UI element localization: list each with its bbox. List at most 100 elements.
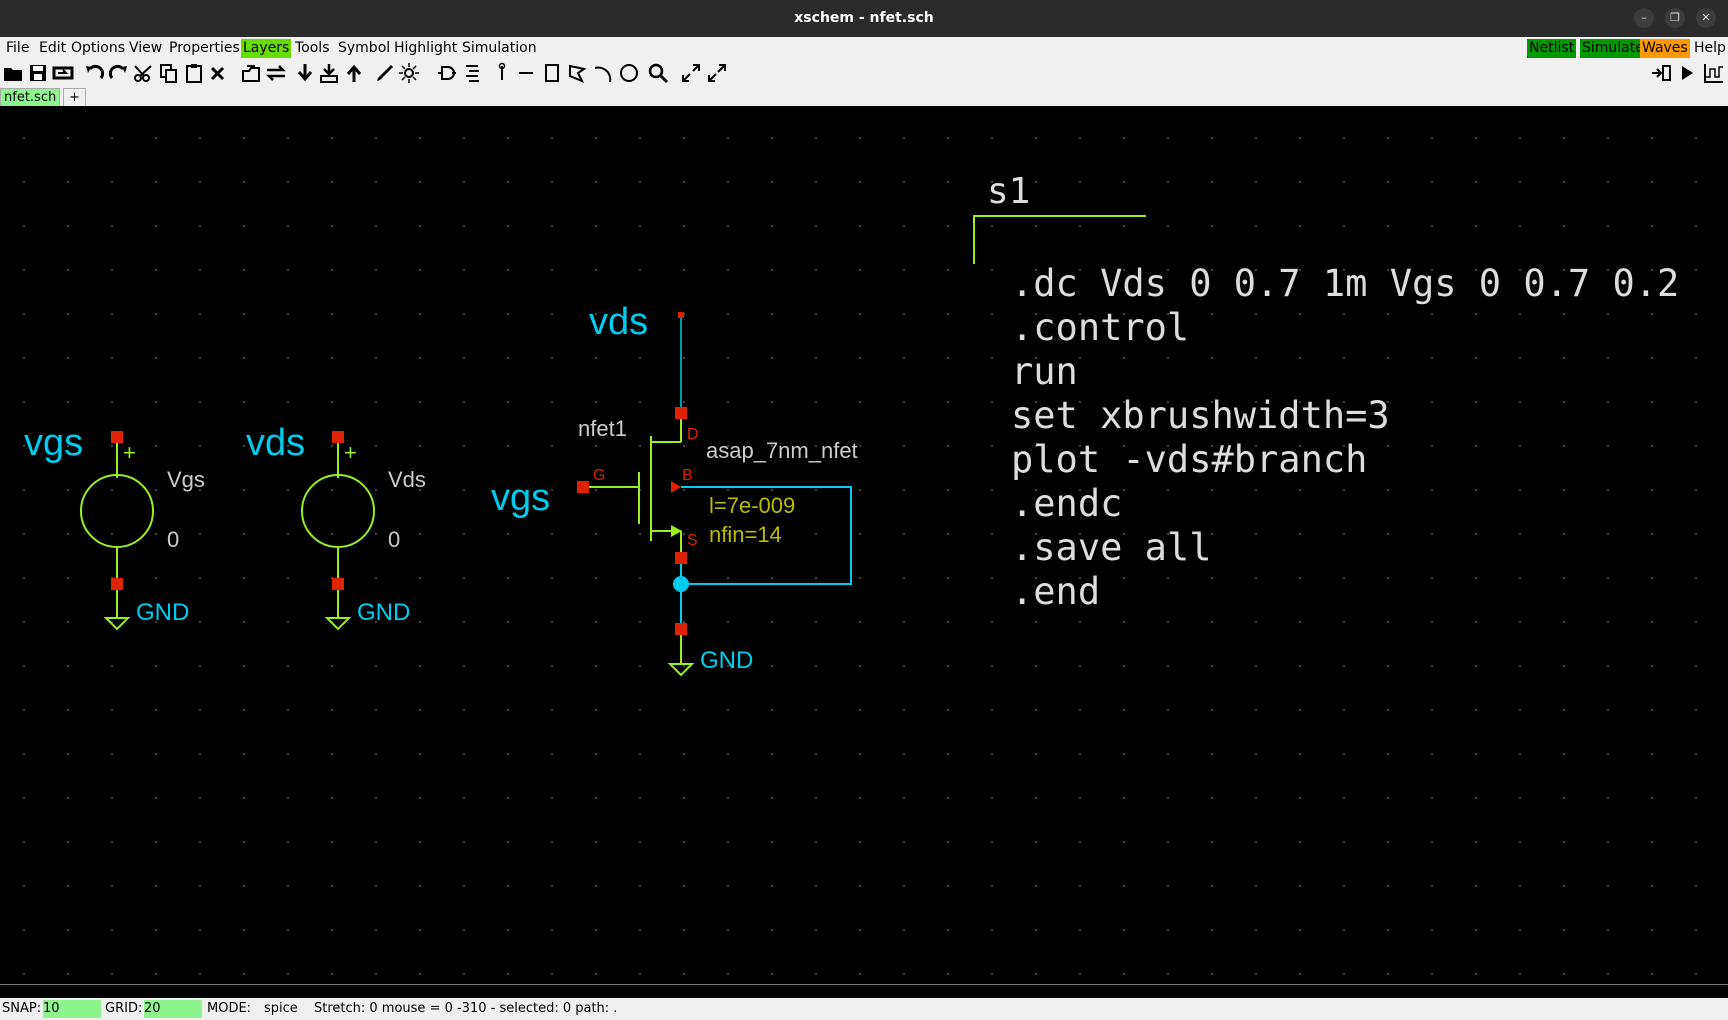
undo-icon[interactable] xyxy=(83,62,105,84)
menu-properties[interactable]: Properties xyxy=(167,39,242,58)
grid-label: GRID: xyxy=(105,1001,143,1016)
menu-layers[interactable]: Layers xyxy=(241,39,292,58)
delete-icon[interactable] xyxy=(207,62,229,84)
menu-bar: File Edit Options View Properties Layers… xyxy=(0,37,1728,58)
waves-icon[interactable] xyxy=(1702,62,1724,84)
highlight-icon[interactable] xyxy=(398,62,420,84)
zoom-full-icon[interactable] xyxy=(706,62,728,84)
duplicate-icon[interactable] xyxy=(240,62,262,84)
net-label-vgs: vgs xyxy=(491,477,550,519)
code-line: set xbrushwidth=3 xyxy=(1011,394,1390,437)
code-line: .dc Vds 0 0.7 1m Vgs 0 0.7 0.2 xyxy=(1011,262,1679,305)
open-icon[interactable] xyxy=(2,62,24,84)
pin-d xyxy=(675,407,687,419)
paste-icon[interactable] xyxy=(183,62,205,84)
maximize-button[interactable]: ❐ xyxy=(1665,8,1685,28)
close-button[interactable]: ✕ xyxy=(1696,8,1716,28)
menu-tools[interactable]: Tools xyxy=(293,39,332,58)
insert-symbol-icon[interactable] xyxy=(436,62,458,84)
snap-input[interactable]: 10 xyxy=(43,1000,101,1018)
title-bar: xschem - nfet.sch – ❐ ✕ xyxy=(0,0,1728,37)
pin-label-g: G xyxy=(593,467,605,484)
pin-plus xyxy=(332,431,344,443)
reload-icon[interactable] xyxy=(52,62,74,84)
bulk-arrow xyxy=(671,481,681,493)
code-line: .control xyxy=(1011,306,1189,349)
snap-label: SNAP: xyxy=(2,1001,42,1016)
net-label-vds: vds xyxy=(246,422,305,464)
push-down-icon[interactable] xyxy=(294,62,316,84)
gnd-label: GND xyxy=(357,599,410,626)
netlist-button[interactable]: Netlist xyxy=(1527,39,1577,58)
spice-code-block[interactable]: s1 .dc Vds 0 0.7 1m Vgs 0 0.7 0.2 .contr… xyxy=(973,171,1679,613)
code-line: run xyxy=(1011,350,1078,393)
menu-symbol[interactable]: Symbol xyxy=(336,39,392,58)
descend-icon[interactable] xyxy=(318,62,340,84)
toolbar xyxy=(0,58,1728,88)
save-icon[interactable] xyxy=(27,62,49,84)
menu-highlight[interactable]: Highlight xyxy=(392,39,459,58)
netlist-export-icon[interactable] xyxy=(1650,62,1672,84)
source-name: Vds xyxy=(388,467,426,492)
copy-icon[interactable] xyxy=(158,62,180,84)
move-icon[interactable] xyxy=(265,62,287,84)
plus-sign: + xyxy=(123,440,136,465)
menu-simulation[interactable]: Simulation xyxy=(460,39,539,58)
source-name: Vgs xyxy=(167,467,205,492)
line-icon[interactable] xyxy=(515,62,537,84)
pin-minus xyxy=(111,578,123,590)
menu-options[interactable]: Options xyxy=(69,39,127,58)
param-nfin: nfin=14 xyxy=(709,522,782,547)
circle-icon[interactable] xyxy=(618,62,640,84)
redo-icon[interactable] xyxy=(108,62,130,84)
rect-icon[interactable] xyxy=(541,62,563,84)
zoom-in-icon[interactable] xyxy=(680,62,702,84)
menu-view[interactable]: View xyxy=(127,39,164,58)
polygon-icon[interactable] xyxy=(566,62,588,84)
waves-button[interactable]: Waves xyxy=(1640,39,1690,58)
zoom-icon[interactable] xyxy=(647,62,669,84)
code-line: .endc xyxy=(1011,482,1122,525)
schematic-canvas[interactable]: vgs + Vgs 0 GND vds + Vds 0 GND vds GND … xyxy=(0,106,1728,998)
nfet-circuit[interactable]: vds GND vgs nfet1 asap_7nm_nfet D G B S … xyxy=(491,301,858,677)
pin-label-d: D xyxy=(687,426,699,443)
menu-help[interactable]: Help xyxy=(1692,39,1728,58)
fet-instance-name: nfet1 xyxy=(578,416,627,441)
ground-icon xyxy=(324,617,352,631)
go-up-icon[interactable] xyxy=(343,62,365,84)
junction-dot xyxy=(673,576,689,592)
source-value: 0 xyxy=(167,527,179,552)
gnd-label: GND xyxy=(700,647,753,674)
cut-icon[interactable] xyxy=(133,62,155,84)
wire-icon[interactable] xyxy=(491,62,513,84)
add-tab-button[interactable]: + xyxy=(63,88,86,108)
gnd-pin xyxy=(675,623,687,635)
voltage-source-vgs[interactable]: vgs + Vgs 0 GND xyxy=(24,422,205,631)
run-icon[interactable] xyxy=(1676,62,1698,84)
grid-input[interactable]: 20 xyxy=(144,1000,202,1018)
status-info: Stretch: 0 mouse = 0 -310 - selected: 0 … xyxy=(314,1001,618,1016)
menu-edit[interactable]: Edit xyxy=(37,39,68,58)
mode-value: spice xyxy=(264,1001,298,1016)
code-line: .end xyxy=(1011,570,1100,613)
tab-nfet-sch[interactable]: nfet.sch xyxy=(0,88,61,108)
code-block-name: s1 xyxy=(987,171,1030,212)
pane-divider[interactable] xyxy=(0,984,1728,985)
source-value: 0 xyxy=(388,527,400,552)
pin-minus xyxy=(332,578,344,590)
voltage-source-vds[interactable]: vds + Vds 0 GND xyxy=(246,422,426,631)
mode-label: MODE: xyxy=(207,1001,252,1016)
pencil-icon[interactable] xyxy=(374,62,396,84)
gnd-label: GND xyxy=(136,599,189,626)
pin-label-b: B xyxy=(682,467,693,484)
label-pin xyxy=(678,312,684,318)
text-icon[interactable] xyxy=(462,62,484,84)
param-l: l=7e-009 xyxy=(709,493,795,518)
simulate-button[interactable]: Simulate xyxy=(1580,39,1646,58)
ground-icon xyxy=(103,617,131,631)
minimize-button[interactable]: – xyxy=(1634,8,1654,28)
pin-g xyxy=(577,481,589,493)
code-line: .save all xyxy=(1011,526,1211,569)
menu-file[interactable]: File xyxy=(4,39,31,58)
arc-icon[interactable] xyxy=(592,62,614,84)
